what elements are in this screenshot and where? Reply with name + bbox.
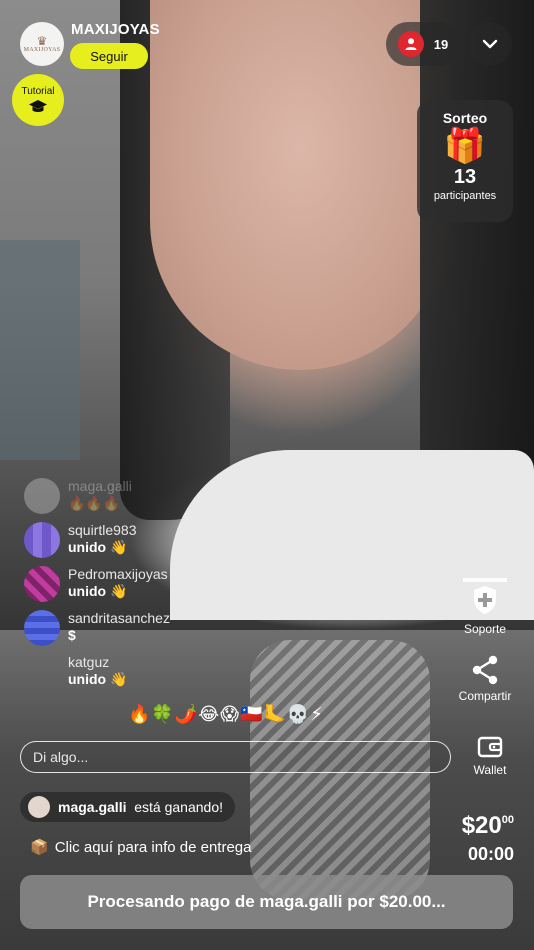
chat-message: sandritasanchez $ <box>24 610 304 654</box>
comment-input[interactable] <box>20 741 451 773</box>
chat-text: unido 👋 <box>68 539 128 555</box>
chat-text: unido 👋 <box>68 583 128 599</box>
raffle-card[interactable]: Sorteo 🎁 13 participantes <box>417 100 513 222</box>
shop-avatar[interactable]: ♛ MAXIJOYAS <box>20 22 64 66</box>
video-background-monitor <box>0 240 80 460</box>
chat-username: maga.galli <box>68 478 132 494</box>
chat-avatar <box>24 610 60 646</box>
live-dot <box>397 31 424 57</box>
chat-message: maga.galli 🔥🔥🔥 <box>24 478 304 522</box>
support-button[interactable]: Soporte <box>445 578 525 636</box>
chat-username: squirtle983 <box>68 522 137 538</box>
reaction-bar[interactable]: 🔥🍀🌶️😂😱🇨🇱🦶💀⚡ <box>128 704 324 725</box>
winner-badge: maga.galli está ganando! <box>20 792 235 822</box>
shield-plus-icon <box>463 578 507 614</box>
chat-message: Pedromaxijoyas unido 👋 <box>24 566 304 610</box>
raffle-title: Sorteo <box>442 110 488 126</box>
person-icon <box>405 38 417 50</box>
price-main: $20 <box>461 812 502 839</box>
chat-avatar <box>24 522 60 558</box>
winner-avatar <box>28 796 50 818</box>
price-cents: 00 <box>501 814 514 826</box>
chat-username: katguz <box>68 654 110 670</box>
chevron-down-icon <box>482 39 498 49</box>
raffle-participants-label: participantes <box>433 190 497 202</box>
chat-username: Pedromaxijoyas <box>68 566 168 582</box>
tutorial-label: Tutorial <box>21 85 55 97</box>
chat-message: squirtle983 unido 👋 <box>24 522 304 566</box>
shop-logo-text: MAXIJOYAS <box>23 47 61 53</box>
support-label: Soporte <box>463 622 507 636</box>
share-label: Compartir <box>458 689 512 703</box>
raffle-participant-count: 13 <box>453 166 477 188</box>
crown-icon: ♛ <box>36 34 48 48</box>
live-stream-screen: ♛ MAXIJOYAS MAXIJOYAS Seguir Tutorial 19… <box>0 0 534 950</box>
chat-message: katguz unido 👋 <box>24 654 304 698</box>
delivery-info-text: Clic aquí para info de entrega <box>54 838 252 856</box>
package-icon: 📦 <box>30 839 49 856</box>
delivery-info-link[interactable]: 📦 Clic aquí para info de entrega <box>30 838 252 857</box>
chat-feed[interactable]: maga.galli 🔥🔥🔥 squirtle983 unido 👋 Pedro… <box>24 478 304 698</box>
gift-icon: 🎁 <box>443 127 487 165</box>
viewer-count-badge[interactable]: 19 <box>386 22 460 66</box>
auction-timer: 00:00 <box>467 844 514 864</box>
chat-avatar <box>24 654 60 690</box>
share-icon <box>472 655 498 685</box>
auction-price: $2000 <box>462 812 514 840</box>
wallet-button[interactable]: Wallet <box>450 735 530 777</box>
collapse-button[interactable] <box>468 22 512 66</box>
viewer-count: 19 <box>433 36 449 52</box>
chat-text: 🔥🔥🔥 <box>68 495 121 511</box>
chat-username: sandritasanchez <box>68 610 170 626</box>
share-button[interactable]: Compartir <box>445 655 525 703</box>
chat-avatar <box>24 478 60 514</box>
shop-name[interactable]: MAXIJOYAS <box>71 21 160 38</box>
follow-button[interactable]: Seguir <box>70 43 148 69</box>
chat-avatar <box>24 566 60 602</box>
wallet-label: Wallet <box>473 763 507 777</box>
winner-username: maga.galli <box>58 799 127 815</box>
wallet-icon <box>477 736 503 758</box>
graduation-cap-icon <box>29 99 47 112</box>
chat-text: $ <box>68 627 76 643</box>
payment-status-button[interactable]: Procesando pago de maga.galli por $20.00… <box>20 875 513 929</box>
chat-text: unido 👋 <box>68 671 128 687</box>
auction-price-panel: $2000 00:00 <box>462 812 514 865</box>
winner-text: está ganando! <box>134 799 223 815</box>
tutorial-button[interactable]: Tutorial <box>12 74 64 126</box>
